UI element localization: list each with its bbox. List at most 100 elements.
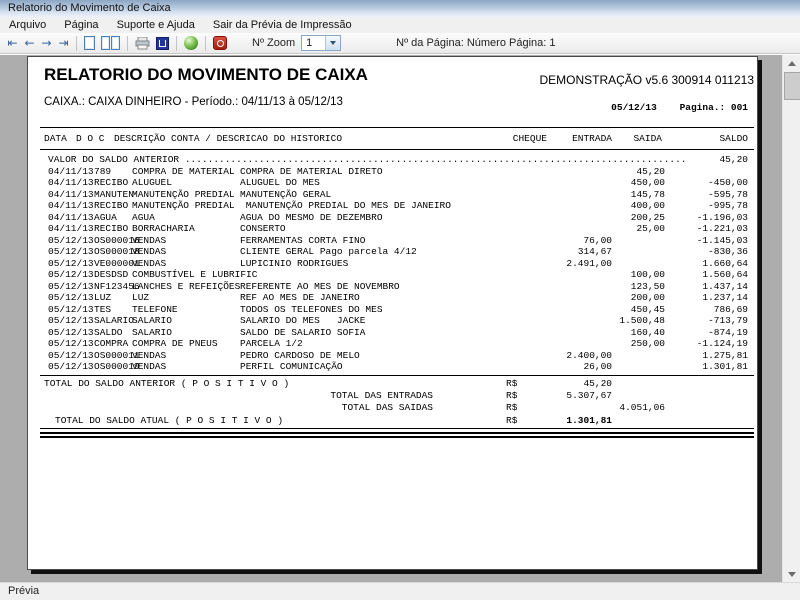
- single-page-button[interactable]: [81, 34, 98, 52]
- cell-hist: CLIENTE GERAL Pago parcela 4/12: [240, 246, 417, 258]
- preview-area: RELATORIO DO MOVIMENTO DE CAIXA DEMONSTR…: [0, 55, 800, 583]
- cell-date: 05/12/13: [48, 350, 94, 362]
- cell-saida: 145,78: [631, 189, 665, 201]
- cell-conta: BORRACHARIA: [132, 223, 195, 235]
- zoom-dropdown[interactable]: 1: [301, 35, 341, 51]
- report-row: 05/12/13OS000018VENDASCLIENTE GERAL Pago…: [28, 246, 757, 258]
- first-page-icon: ⇤: [7, 37, 17, 49]
- exit-button[interactable]: [210, 34, 230, 52]
- cell-date: 05/12/13: [48, 338, 94, 350]
- cell-saldo: -1.196,03: [697, 212, 748, 224]
- report-row: 05/12/13DESDSDCOMBUSTÍVEL E LUBRIFIC100,…: [28, 269, 757, 281]
- cell-conta: VENDAS: [132, 246, 166, 258]
- export-button[interactable]: [181, 34, 201, 52]
- vertical-scrollbar[interactable]: [782, 55, 800, 583]
- cell-date: 05/12/13: [48, 235, 94, 247]
- print-button[interactable]: [132, 34, 153, 52]
- report-row: 04/11/13RECIBOMANUTENÇÃO PREDIAL MANUTEN…: [28, 200, 757, 212]
- report-row: 05/12/13TESTELEFONETODOS OS TELEFONES DO…: [28, 304, 757, 316]
- scrollbar-down-button[interactable]: [783, 566, 800, 583]
- cell-doc: SALARIO: [94, 315, 134, 327]
- zoom-value: 1: [302, 37, 325, 49]
- cell-date: 05/12/13: [48, 292, 94, 304]
- total-value: 5.307,67: [566, 390, 612, 402]
- config-icon: [156, 37, 169, 50]
- previous-page-button[interactable]: ←: [21, 34, 38, 52]
- cell-doc: SALDO: [94, 327, 123, 339]
- scroll-up-icon: [788, 61, 796, 66]
- report-row: 05/12/13OS000019VENDASPERFIL COMUNICAÇÃO…: [28, 361, 757, 373]
- scrollbar-up-button[interactable]: [783, 55, 800, 72]
- cell-entrada: 26,00: [583, 361, 612, 373]
- report-date-page: 05/12/13 Pagina.: 001: [611, 102, 748, 114]
- opening-balance-label: VALOR DO SALDO ANTERIOR ................…: [48, 154, 688, 166]
- next-page-button[interactable]: →: [38, 34, 55, 52]
- menu-bar: Arquivo Página Suporte e Ajuda Sair da P…: [0, 17, 800, 34]
- first-page-button[interactable]: ⇤: [4, 34, 21, 52]
- cell-entrada: 76,00: [583, 235, 612, 247]
- cell-conta: SALARIO: [132, 327, 172, 339]
- divider: [40, 149, 754, 150]
- cell-date: 05/12/13: [48, 258, 94, 270]
- cell-date: 04/11/13: [48, 212, 94, 224]
- report-row: 05/12/13COMPRACOMPRA DE PNEUSPARCELA 1/2…: [28, 338, 757, 350]
- two-pages-button[interactable]: [98, 34, 123, 52]
- cell-date: 04/11/13: [48, 166, 94, 178]
- cell-hist: ALUGUEL DO MES: [240, 177, 320, 189]
- previous-page-icon: ←: [24, 37, 34, 49]
- toolbar-separator: [76, 36, 77, 51]
- cell-hist: PEDRO CARDOSO DE MELO: [240, 350, 360, 362]
- cell-saldo: -874,19: [708, 327, 748, 339]
- exit-icon: [213, 36, 227, 50]
- cell-date: 05/12/13: [48, 246, 94, 258]
- cell-doc: AGUA: [94, 212, 117, 224]
- cell-hist: TODOS OS TELEFONES DO MES: [240, 304, 383, 316]
- last-page-button[interactable]: ⇥: [55, 34, 72, 52]
- print-icon: [135, 37, 150, 50]
- cell-entrada: 314,67: [578, 246, 612, 258]
- cell-doc: RECIBO: [94, 200, 128, 212]
- cell-date: 04/11/13: [48, 177, 94, 189]
- config-button[interactable]: [153, 34, 172, 52]
- report-page: RELATORIO DO MOVIMENTO DE CAIXA DEMONSTR…: [27, 56, 758, 570]
- cell-saida: 400,00: [631, 200, 665, 212]
- cell-hist: REF AO MES DE JANEIRO: [240, 292, 360, 304]
- toolbar-separator: [205, 36, 206, 51]
- cell-date: 05/12/13: [48, 315, 94, 327]
- cell-hist: MANUTENÇÃO PREDIAL DO MES DE JANEIRO: [240, 200, 451, 212]
- column-header-saldo: SALDO: [719, 133, 748, 145]
- cell-saida: 200,00: [631, 292, 665, 304]
- cell-date: 05/12/13: [48, 281, 94, 293]
- menu-item-sair-previa[interactable]: Sair da Prévia de Impressão: [204, 17, 361, 33]
- opening-balance-value: 45,20: [719, 154, 748, 166]
- zoom-label: Nº Zoom: [252, 37, 295, 49]
- cell-saldo: 1.437,14: [702, 281, 748, 293]
- cell-hist: PERFIL COMUNICAÇÃO: [240, 361, 343, 373]
- export-icon: [184, 36, 198, 50]
- total-currency: R$: [506, 415, 517, 427]
- cell-hist: REFERENTE AO MES DE NOVEMBRO: [240, 281, 400, 293]
- scrollbar-thumb[interactable]: [784, 72, 800, 100]
- menu-item-suporte[interactable]: Suporte e Ajuda: [108, 17, 204, 33]
- zoom-dropdown-button[interactable]: [325, 36, 340, 50]
- report-row: 05/12/13SALARIOSALARIOSALARIO DO MES JAC…: [28, 315, 757, 327]
- menu-item-pagina[interactable]: Página: [55, 17, 107, 33]
- cell-hist: COMPRA DE MATERIAL DIRETO: [240, 166, 383, 178]
- total-label: TOTAL DO SALDO ATUAL ( P O S I T I V O ): [55, 415, 283, 427]
- cell-saldo: 1.301,81: [702, 361, 748, 373]
- cell-saldo: -995,78: [708, 200, 748, 212]
- cell-conta: COMPRA DE MATERIAL: [132, 166, 235, 178]
- status-text: Prévia: [0, 585, 39, 597]
- cell-saida: 250,00: [631, 338, 665, 350]
- cell-hist: AGUA DO MESMO DE DEZEMBRO: [240, 212, 383, 224]
- menu-item-arquivo[interactable]: Arquivo: [0, 17, 55, 33]
- cell-entrada: 2.491,00: [566, 258, 612, 270]
- column-header-entrada: ENTRADA: [572, 133, 612, 145]
- cell-hist: SALARIO DO MES JACKE: [240, 315, 365, 327]
- total-row: TOTAL DAS SAIDASR$4.051,06: [28, 402, 757, 414]
- cell-saldo: -595,78: [708, 189, 748, 201]
- cell-doc: MANUTEN: [94, 189, 134, 201]
- report-row: 04/11/13MANUTENMANUTENÇÃO PREDIALMANUTEN…: [28, 189, 757, 201]
- report-row: 04/11/13RECIBOALUGUELALUGUEL DO MES450,0…: [28, 177, 757, 189]
- total-currency: R$: [506, 378, 517, 390]
